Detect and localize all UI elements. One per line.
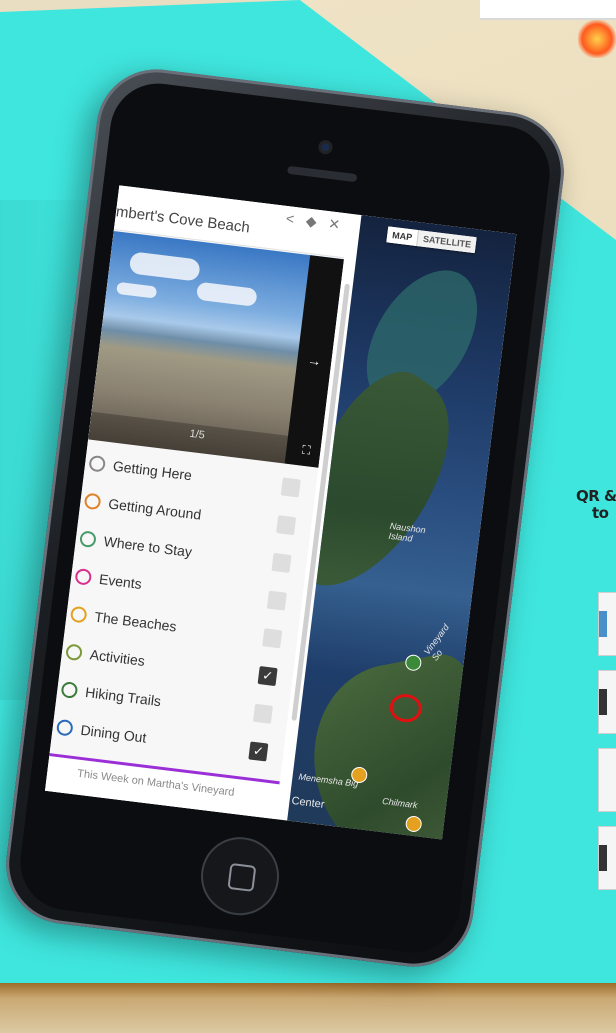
- phone-screen: mbert's Cove Beach < ◆ ✕ → 1/5 ⛶ Getting…: [44, 185, 517, 840]
- phone-mockup: mbert's Cove Beach < ◆ ✕ → 1/5 ⛶ Getting…: [0, 62, 580, 974]
- share-icon[interactable]: <: [285, 210, 295, 227]
- category-icon: [88, 454, 107, 473]
- panel-tools: < ◆ ✕: [277, 209, 341, 233]
- side-heading: QR & to: [576, 488, 616, 522]
- burst-icon: [578, 20, 616, 58]
- category-icon: [74, 567, 93, 586]
- fullscreen-icon[interactable]: ⛶: [301, 443, 311, 459]
- next-photo-arrow-icon[interactable]: →: [307, 352, 323, 370]
- background-floor: [0, 983, 616, 1033]
- top-banner: [480, 0, 616, 20]
- category-checkbox[interactable]: ✓: [248, 741, 269, 762]
- category-checkbox[interactable]: ✓: [257, 666, 278, 687]
- category-label: Getting Here: [112, 457, 193, 484]
- category-label: Dining Out: [79, 721, 148, 746]
- photo-counter: 1/5: [188, 427, 206, 442]
- side-heading-line1: QR &: [576, 487, 616, 505]
- map-toggle-button[interactable]: MAP: [386, 226, 419, 246]
- place-title: mbert's Cove Beach: [115, 203, 251, 237]
- category-label: Events: [98, 570, 143, 592]
- side-card: [598, 670, 616, 734]
- satellite-toggle-button[interactable]: SATELLITE: [416, 230, 477, 254]
- category-label: The Beaches: [93, 608, 178, 635]
- category-checkbox[interactable]: [252, 703, 274, 724]
- category-label: Where to Stay: [102, 533, 193, 560]
- footer-link-label: This Week on Martha's Vineyard: [76, 767, 236, 799]
- side-heading-line2: to: [592, 504, 609, 522]
- place-photo[interactable]: → 1/5 ⛶: [88, 230, 344, 468]
- category-checkbox[interactable]: [276, 515, 297, 536]
- category-icon: [83, 492, 102, 511]
- home-square-icon: [227, 862, 257, 892]
- side-card: [598, 826, 616, 890]
- close-icon[interactable]: ✕: [328, 215, 342, 232]
- category-icon: [69, 605, 88, 624]
- category-icon: [55, 718, 74, 737]
- category-checkbox[interactable]: [280, 477, 301, 498]
- category-checkbox[interactable]: [271, 552, 292, 573]
- category-label: Getting Around: [107, 495, 203, 523]
- phone-body: mbert's Cove Beach < ◆ ✕ → 1/5 ⛶ Getting…: [0, 62, 571, 974]
- category-checkbox[interactable]: [266, 590, 287, 611]
- map-type-toggle: MAP SATELLITE: [386, 226, 477, 254]
- directions-icon[interactable]: ◆: [305, 212, 318, 229]
- category-icon: [79, 530, 97, 549]
- category-label: Hiking Trails: [84, 684, 162, 710]
- category-label: Activities: [88, 646, 146, 669]
- category-icon: [60, 681, 79, 699]
- side-cards: [598, 592, 616, 904]
- category-icon: [65, 643, 83, 662]
- side-card: [598, 592, 616, 656]
- map-label-center: Center: [290, 794, 326, 811]
- category-checkbox[interactable]: [262, 628, 283, 649]
- side-card: [598, 748, 616, 812]
